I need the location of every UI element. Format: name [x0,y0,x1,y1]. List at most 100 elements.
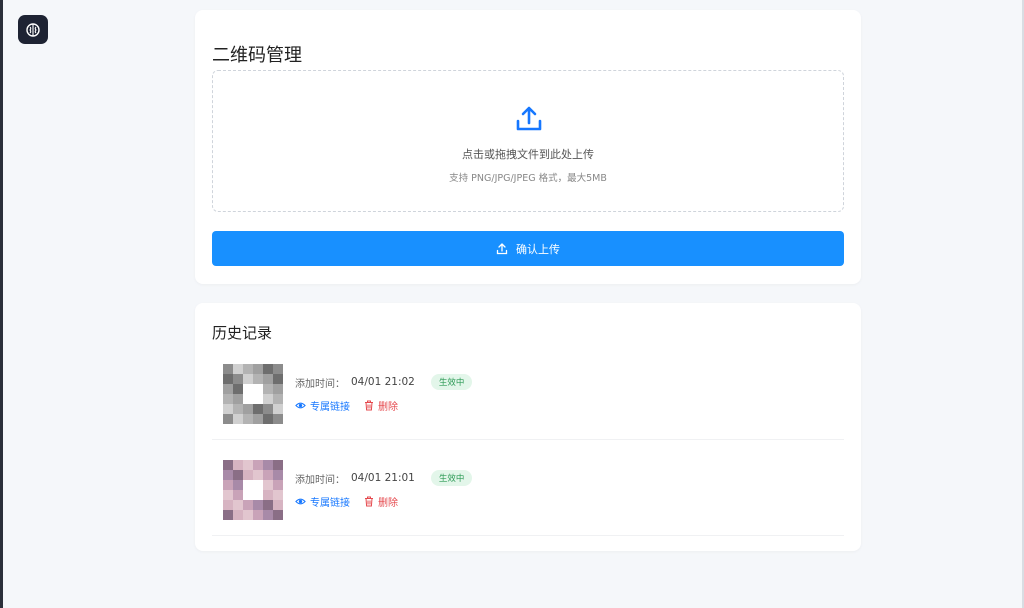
thumb-pixel [243,414,253,424]
thumb-pixel [243,394,253,404]
exclusive-link-button[interactable]: 专属链接 [295,494,350,509]
exclusive-link-button[interactable]: 专属链接 [295,398,350,413]
history-actions: 专属链接 删除 [295,493,398,509]
thumb-pixel [223,490,233,500]
thumb-pixel [273,374,283,384]
thumb-pixel [233,500,243,510]
thumb-pixel [273,470,283,480]
thumb-pixel [243,364,253,374]
thumb-pixel [253,384,263,394]
thumb-pixel [253,500,263,510]
trash-icon [365,496,373,506]
thumb-pixel [263,500,273,510]
thumb-pixel [233,394,243,404]
thumb-pixel [263,364,273,374]
thumb-pixel [233,510,243,520]
thumb-pixel [233,470,243,480]
thumb-pixel [233,374,243,384]
thumb-pixel [263,394,273,404]
history-title: 历史记录 [212,324,273,342]
thumb-pixel [223,384,233,394]
upload-card: 二维码管理 点击或拖拽文件到此处上传 支持 PNG/JPG/JPEG 格式，最大… [195,10,861,284]
eye-icon [295,402,306,408]
thumb-pixel [273,460,283,470]
thumb-pixel [233,404,243,414]
thumb-pixel [263,490,273,500]
thumb-pixel [223,460,233,470]
status-badge: 生效中 [430,374,473,390]
thumb-pixel [233,480,243,490]
thumb-pixel [233,364,243,374]
window-edge-left [0,0,3,608]
added-time-label: 添加时间： [295,378,345,390]
thumb-pixel [223,364,233,374]
history-meta: 添加时间： 04/01 21:01 生效中 [295,469,473,487]
thumb-pixel [253,394,263,404]
confirm-upload-label: 确认上传 [516,242,560,256]
thumb-pixel [223,510,233,520]
thumb-pixel [253,460,263,470]
qr-thumbnail[interactable] [223,364,283,424]
thumb-pixel [233,384,243,394]
thumb-pixel [243,510,253,520]
confirm-upload-button[interactable]: 确认上传 [212,231,844,266]
thumb-pixel [233,414,243,424]
thumb-pixel [243,490,253,500]
exclusive-link-label: 专属链接 [310,401,350,413]
thumb-pixel [223,394,233,404]
thumb-pixel [243,470,253,480]
thumb-pixel [273,414,283,424]
upload-arrow-icon [516,106,542,131]
thumb-pixel [263,510,273,520]
thumb-pixel [253,480,263,490]
thumb-pixel [273,490,283,500]
thumb-pixel [273,480,283,490]
thumb-pixel [223,404,233,414]
thumb-pixel [273,404,283,414]
thumb-pixel [253,490,263,500]
thumb-pixel [263,404,273,414]
thumb-pixel [263,414,273,424]
thumb-pixel [223,374,233,384]
thumb-pixel [273,384,283,394]
thumb-pixel [263,480,273,490]
thumb-pixel [243,460,253,470]
thumb-pixel [243,384,253,394]
thumb-pixel [273,364,283,374]
qr-thumbnail[interactable] [223,460,283,520]
thumb-pixel [253,364,263,374]
thumb-pixel [243,500,253,510]
thumb-pixel [253,404,263,414]
thumb-pixel [273,500,283,510]
delete-button[interactable]: 删除 [364,494,398,509]
thumb-pixel [223,470,233,480]
history-card: 历史记录 添加时间： 04/01 21:02 生效中 专属链接 删除 添加时间：… [195,303,861,551]
thumb-pixel [223,500,233,510]
thumb-pixel [243,374,253,384]
history-item: 添加时间： 04/01 21:01 生效中 专属链接 删除 [212,456,844,536]
eye-icon [295,498,306,504]
dropzone-instruction: 点击或拖拽文件到此处上传 [462,148,594,161]
delete-label: 删除 [378,401,398,413]
upload-dropzone[interactable]: 点击或拖拽文件到此处上传 支持 PNG/JPG/JPEG 格式，最大5MB [212,70,844,212]
delete-label: 删除 [378,497,398,509]
thumb-pixel [263,384,273,394]
history-meta: 添加时间： 04/01 21:02 生效中 [295,373,473,391]
thumb-pixel [233,490,243,500]
upload-icon [496,242,508,254]
added-time-value: 04/01 21:01 [351,472,415,484]
thumb-pixel [273,510,283,520]
thumb-pixel [253,414,263,424]
delete-button[interactable]: 删除 [364,398,398,413]
thumb-pixel [263,470,273,480]
history-actions: 专属链接 删除 [295,397,398,413]
thumb-pixel [273,394,283,404]
page-title: 二维码管理 [212,45,302,66]
brain-icon[interactable] [18,15,48,44]
added-time-label: 添加时间： [295,474,345,486]
thumb-pixel [253,374,263,384]
thumb-pixel [223,480,233,490]
thumb-pixel [263,374,273,384]
thumb-pixel [253,470,263,480]
trash-icon [365,400,373,410]
